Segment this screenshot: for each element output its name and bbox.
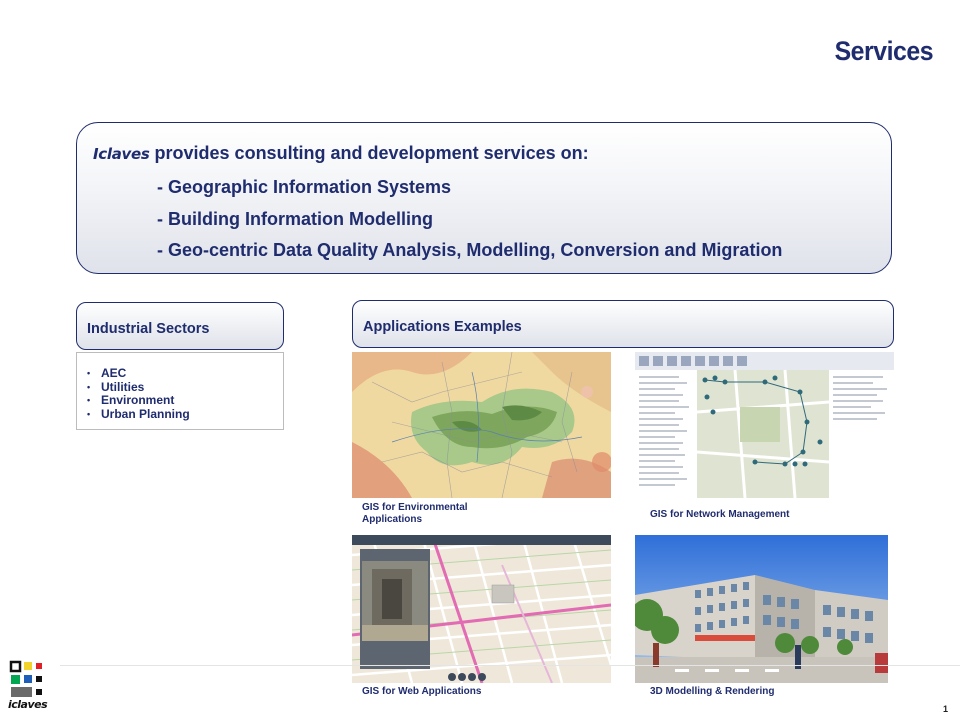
industrial-sectors-title: Industrial Sectors [87,321,210,337]
industrial-sectors-header: Industrial Sectors [76,302,284,350]
intro-lead-text: provides consulting and development serv… [149,143,589,163]
web-application-image [352,535,611,683]
network-management-image [635,352,894,498]
caption-web-applications: GIS for Web Applications [362,686,482,697]
environmental-map-image [352,352,611,498]
list-item: AEC [87,366,190,381]
caption-line: Applications [362,514,423,525]
intro-line: Iclaves provides consulting and developm… [93,143,589,164]
caption-network-management: GIS for Network Management [650,509,790,520]
caption-environmental: GIS for Environmental Applications [362,502,468,526]
service-item-bim: - Building Information Modelling [157,209,433,229]
services-intro-box: Iclaves provides consulting and developm… [76,122,892,274]
industrial-sectors-list: AEC Utilities Environment Urban Planning [76,352,284,430]
caption-3d-modelling: 3D Modelling & Rendering [650,686,775,697]
iclaves-wordmark: iclaves [8,698,48,711]
service-item-gis: - Geographic Information Systems [157,177,452,197]
footer-divider [60,665,960,666]
3d-rendering-image [635,535,888,683]
applications-title: Applications Examples [363,319,522,335]
list-item: Utilities [87,380,190,395]
slide-title: Services [834,36,933,66]
list-item: Environment [87,393,190,408]
service-item-data-quality: - Geo-centric Data Quality Analysis, Mod… [157,240,783,260]
list-item: Urban Planning [87,407,190,422]
brand-name: Iclaves [93,145,150,163]
caption-line: GIS for Environmental [362,502,468,513]
page-number: 1 [942,704,948,714]
applications-header: Applications Examples [352,300,894,348]
